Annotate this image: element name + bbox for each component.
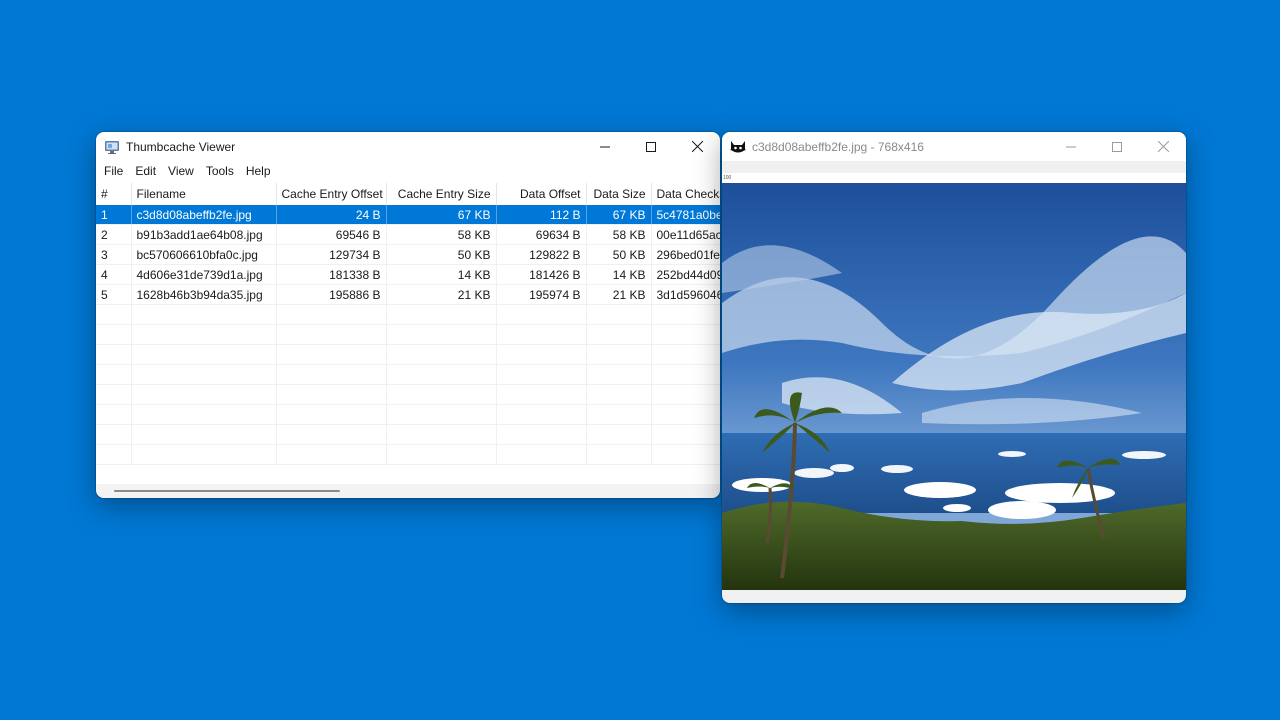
cell-cache-entry-offset: 129734 B <box>276 244 387 265</box>
viewer-toolbar-strip <box>722 162 1186 173</box>
table-row[interactable]: 1 c3d8d08abeffb2fe.jpg 24 B 67 KB 112 B … <box>96 205 720 225</box>
menu-help[interactable]: Help <box>240 161 277 181</box>
menu-view[interactable]: View <box>162 161 200 181</box>
cell-data-size: 58 KB <box>586 224 652 245</box>
cell-filename: c3d8d08abeffb2fe.jpg <box>131 205 277 225</box>
column-header-row: # Filename Cache Entry Offset Cache Entr… <box>96 183 720 205</box>
menu-bar: File Edit View Tools Help <box>96 161 720 181</box>
column-header-data-checksum[interactable]: Data Checks <box>651 183 720 205</box>
table-row[interactable]: 3 bc570606610bfa0c.jpg 129734 B 50 KB 12… <box>96 244 720 265</box>
menu-edit[interactable]: Edit <box>129 161 162 181</box>
viewer-status-strip: 100 <box>722 173 1186 183</box>
empty-row <box>96 364 720 385</box>
cell-data-checksum: 3d1d5960460 <box>651 284 720 305</box>
minimize-icon <box>1066 146 1076 147</box>
menu-file[interactable]: File <box>98 161 129 181</box>
cell-filename: 4d606e31de739d1a.jpg <box>131 264 277 285</box>
close-icon <box>691 141 703 152</box>
cell-cache-entry-size: 21 KB <box>386 284 497 305</box>
menu-tools[interactable]: Tools <box>200 161 240 181</box>
zoom-label: 100 <box>723 175 732 181</box>
maximize-icon <box>1112 141 1122 152</box>
cell-cache-entry-offset: 24 B <box>276 205 387 225</box>
cell-data-size: 14 KB <box>586 264 652 285</box>
cell-data-checksum: 00e11d65ac7 <box>651 224 720 245</box>
cell-data-size: 21 KB <box>586 284 652 305</box>
cell-data-offset: 195974 B <box>496 284 587 305</box>
thumbnail-preview-image <box>722 183 1186 590</box>
minimize-button[interactable] <box>582 132 628 161</box>
viewer-minimize-button[interactable] <box>1048 132 1094 161</box>
viewer-window-title: c3d8d08abeffb2fe.jpg - 768x416 <box>752 139 924 154</box>
cell-data-offset: 181426 B <box>496 264 587 285</box>
empty-row <box>96 424 720 445</box>
cell-data-checksum: 252bd44d09 <box>651 264 720 285</box>
cell-cache-entry-offset: 181338 B <box>276 264 387 285</box>
column-header-filename[interactable]: Filename <box>131 183 277 205</box>
empty-row <box>96 304 720 325</box>
viewer-title-bar[interactable]: c3d8d08abeffb2fe.jpg - 768x416 <box>722 132 1186 161</box>
cell-cache-entry-offset: 195886 B <box>276 284 387 305</box>
scrollbar-thumb[interactable] <box>114 490 340 492</box>
cell-index: 5 <box>96 284 132 305</box>
empty-row <box>96 444 720 465</box>
title-bar[interactable]: Thumbcache Viewer <box>96 132 720 161</box>
thumbcache-viewer-icon <box>105 140 119 154</box>
cell-data-offset: 112 B <box>496 205 587 225</box>
cell-data-offset: 69634 B <box>496 224 587 245</box>
maximize-button[interactable] <box>628 132 674 161</box>
table-row[interactable]: 4 4d606e31de739d1a.jpg 181338 B 14 KB 18… <box>96 264 720 285</box>
horizontal-scrollbar[interactable] <box>96 484 720 498</box>
cell-data-size: 50 KB <box>586 244 652 265</box>
empty-row <box>96 384 720 405</box>
empty-row <box>96 404 720 425</box>
cell-filename: b91b3add1ae64b08.jpg <box>131 224 277 245</box>
cell-index: 4 <box>96 264 132 285</box>
viewer-maximize-button[interactable] <box>1094 132 1140 161</box>
viewer-close-button[interactable] <box>1140 132 1186 161</box>
cell-data-size: 67 KB <box>586 205 652 225</box>
cell-data-checksum: 296bed01fe7 <box>651 244 720 265</box>
cell-cache-entry-size: 14 KB <box>386 264 497 285</box>
column-header-index[interactable]: # <box>96 183 132 205</box>
cell-data-offset: 129822 B <box>496 244 587 265</box>
empty-row <box>96 324 720 345</box>
cell-filename: 1628b46b3b94da35.jpg <box>131 284 277 305</box>
empty-row <box>96 344 720 365</box>
cell-cache-entry-size: 67 KB <box>386 205 497 225</box>
cell-cache-entry-size: 50 KB <box>386 244 497 265</box>
maximize-icon <box>646 141 656 152</box>
cell-data-checksum: 5c4781a0be6 <box>651 205 720 225</box>
table-row[interactable]: 5 1628b46b3b94da35.jpg 195886 B 21 KB 19… <box>96 284 720 305</box>
column-header-cache-entry-offset[interactable]: Cache Entry Offset <box>276 183 387 205</box>
cell-filename: bc570606610bfa0c.jpg <box>131 244 277 265</box>
column-header-data-offset[interactable]: Data Offset <box>496 183 587 205</box>
cell-index: 1 <box>96 205 132 225</box>
column-header-cache-entry-size[interactable]: Cache Entry Size <box>386 183 497 205</box>
column-header-data-size[interactable]: Data Size <box>586 183 652 205</box>
close-icon <box>1157 141 1169 152</box>
minimize-icon <box>600 146 610 147</box>
table-row[interactable]: 2 b91b3add1ae64b08.jpg 69546 B 58 KB 696… <box>96 224 720 245</box>
close-button[interactable] <box>674 132 720 161</box>
window-title: Thumbcache Viewer <box>126 139 236 154</box>
cell-index: 3 <box>96 244 132 265</box>
thumbcache-viewer-window: Thumbcache Viewer File Edit View Tools H… <box>96 132 720 498</box>
cat-icon <box>730 140 746 152</box>
cell-cache-entry-size: 58 KB <box>386 224 497 245</box>
image-viewer-window: c3d8d08abeffb2fe.jpg - 768x416 100 <box>722 132 1186 603</box>
cell-cache-entry-offset: 69546 B <box>276 224 387 245</box>
entries-list[interactable]: # Filename Cache Entry Offset Cache Entr… <box>96 183 720 483</box>
cell-index: 2 <box>96 224 132 245</box>
